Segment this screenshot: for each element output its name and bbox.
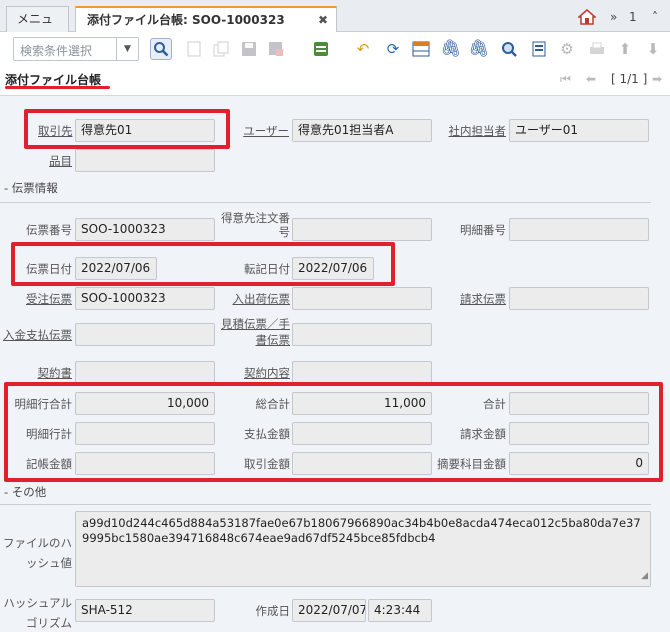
order-slip-field[interactable]: SOO-1000323 [75, 287, 215, 310]
shipment-slip-field[interactable] [292, 287, 432, 310]
chevron-double-up-icon[interactable]: ˄ [652, 10, 658, 24]
arrow-down-icon[interactable]: ⬇ [642, 38, 664, 60]
customer-po-field[interactable] [292, 218, 432, 241]
copy-icon[interactable] [210, 38, 232, 60]
section-slip-info: - 伝票情報 [4, 181, 58, 195]
title-underline [5, 86, 110, 89]
section-divider [0, 202, 651, 203]
hash-label: ファイルのハッシュ値 [3, 536, 72, 570]
section-divider [0, 504, 651, 505]
refresh-icon[interactable]: ⟳ [382, 38, 404, 60]
save-icon[interactable] [238, 38, 260, 60]
contract-content-field[interactable] [292, 361, 432, 384]
chevron-double-down-icon[interactable]: » [610, 10, 617, 24]
payment-slip-label[interactable]: 入金支払伝票 [2, 328, 72, 342]
shipment-slip-label[interactable]: 入出荷伝票 [228, 292, 291, 306]
line-no-label: 明細番号 [460, 223, 506, 237]
chevron-down-icon[interactable]: ▼ [116, 38, 138, 60]
first-record-icon[interactable]: ⏮ [560, 72, 571, 87]
new-document-icon[interactable] [183, 38, 205, 60]
slip-no-field[interactable]: SOO-1000323 [75, 218, 215, 241]
search-icon[interactable] [150, 38, 172, 60]
zoom-icon[interactable] [498, 38, 520, 60]
home-icon[interactable] [577, 9, 597, 28]
grid-toggle-icon[interactable] [410, 38, 432, 60]
delete-icon[interactable] [310, 38, 332, 60]
prev-record-icon[interactable]: ⬅ [586, 72, 596, 86]
quote-slip-label[interactable]: 見積伝票／手書伝票 [218, 316, 290, 348]
created-time-field[interactable]: 4:23:44 [368, 599, 432, 622]
contract-content-label[interactable]: 契約内容 [228, 366, 290, 380]
internal-rep-field[interactable]: ユーザー01 [509, 119, 649, 142]
highlight-trading-partner [24, 109, 230, 149]
contract-label[interactable]: 契約書 [22, 366, 73, 380]
order-slip-label[interactable]: 受注伝票 [22, 292, 72, 306]
save-new-icon[interactable] [265, 38, 287, 60]
record-pager: [ 1/1 ] [611, 72, 648, 86]
print-icon[interactable] [586, 38, 608, 60]
arrow-up-icon[interactable]: ⬆ [614, 38, 636, 60]
hash-algorithm-field[interactable]: SHA-512 [75, 599, 215, 622]
slip-no-label: 伝票番号 [26, 223, 72, 237]
payment-slip-field[interactable] [75, 323, 215, 346]
search-placeholder: 検索条件選択 [20, 44, 93, 58]
highlight-dates [11, 242, 395, 286]
quote-slip-field[interactable] [292, 323, 432, 346]
tab-bar: メニュー 添付ファイル台帳: SOO-1000323 1000010 ✖ » 1… [0, 0, 670, 52]
search-condition-select[interactable]: 検索条件選択 ▼ [13, 37, 139, 61]
attachment-link-icon[interactable]: 🖇︎ [468, 38, 490, 60]
tab-menu[interactable]: メニュー [6, 6, 69, 51]
contract-field[interactable] [75, 361, 215, 384]
line-no-field[interactable] [509, 218, 649, 241]
item-label[interactable]: 品目 [38, 154, 72, 168]
created-label: 作成日 [255, 604, 291, 618]
attachment-icon[interactable]: 🖇︎ [440, 38, 462, 60]
user-label[interactable]: ユーザー [240, 124, 289, 138]
tab-attachment-ledger[interactable]: 添付ファイル台帳: SOO-1000323 1000010 ✖ [75, 6, 337, 52]
detail-panel: 取引先 得意先01 ユーザー 得意先01担当者A 社内担当者 ユーザー01 品目… [0, 95, 670, 632]
toolbar: 検索条件選択 ▼ ↶ ⟳ 🖇︎ 🖇︎ ⚙ ⬆ ⬇ [0, 32, 670, 66]
invoice-slip-field[interactable] [509, 287, 649, 310]
section-other: - その他 [4, 485, 47, 499]
internal-rep-label[interactable]: 社内担当者 [446, 124, 507, 138]
item-field[interactable] [75, 149, 215, 172]
tab-counter: 1 [629, 10, 637, 24]
user-field[interactable]: 得意先01担当者A [292, 119, 432, 142]
hash-textarea[interactable]: a99d10d244c465d884a53187fae0e67b18067966… [75, 511, 651, 587]
gear-icon[interactable]: ⚙ [556, 38, 578, 60]
hash-algorithm-label: ハッシュアルゴリズム [3, 596, 72, 630]
report-icon[interactable] [528, 38, 550, 60]
customer-po-label: 得意先注文番号 [221, 211, 290, 239]
next-record-icon[interactable]: ➡ [652, 72, 662, 86]
undo-icon[interactable]: ↶ [352, 38, 374, 60]
close-icon[interactable]: ✖ [318, 8, 328, 33]
resize-grip-icon[interactable]: ◢ [641, 569, 648, 584]
highlight-amounts [4, 382, 663, 482]
hash-value: a99d10d244c465d884a53187fae0e67b18067966… [82, 516, 641, 545]
invoice-slip-label[interactable]: 請求伝票 [456, 292, 506, 306]
created-date-field[interactable]: 2022/07/07 [292, 599, 366, 622]
